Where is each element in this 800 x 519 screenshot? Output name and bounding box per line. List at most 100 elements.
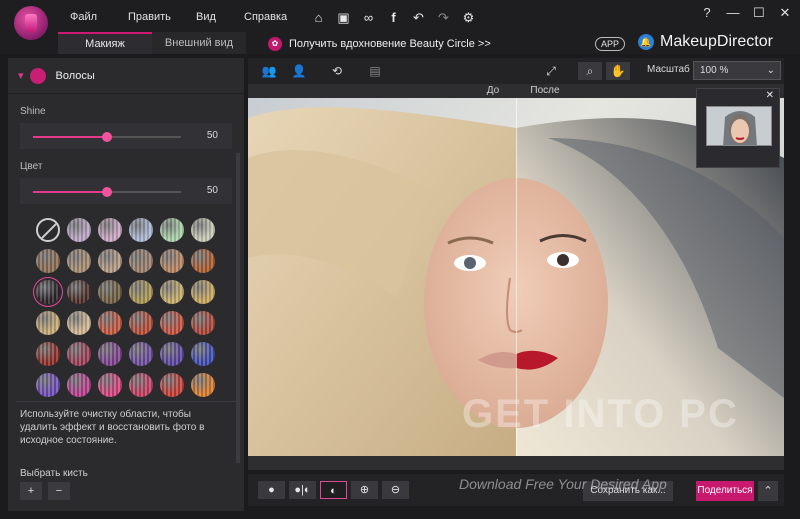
beauty-circle-icon: ✿ bbox=[268, 37, 282, 51]
hair-color-swatch[interactable] bbox=[67, 311, 91, 335]
share-icon[interactable]: ∞ bbox=[360, 9, 377, 26]
close-button[interactable]: ✕ bbox=[778, 5, 792, 21]
maximize-button[interactable]: ☐ bbox=[752, 5, 766, 21]
home-icon[interactable]: ⌂ bbox=[310, 9, 327, 26]
quick-toolbar: ⌂ ▣ ∞ f ↶ ↷ ⚙ bbox=[310, 9, 477, 26]
panel-scrollbar[interactable] bbox=[236, 153, 240, 463]
single-view-icon[interactable]: ● bbox=[258, 481, 285, 499]
hair-color-swatch[interactable] bbox=[129, 218, 153, 242]
zoom-value: 100 % bbox=[700, 65, 729, 76]
zoom-icon[interactable]: ⌕ bbox=[578, 62, 602, 80]
shine-slider-fill bbox=[33, 136, 107, 138]
shine-label: Shine bbox=[20, 106, 46, 117]
color-label: Цвет bbox=[20, 161, 43, 172]
swatch-row bbox=[36, 373, 226, 397]
hair-color-swatch[interactable] bbox=[129, 311, 153, 335]
hair-color-swatch[interactable] bbox=[36, 249, 60, 273]
hair-color-swatch[interactable] bbox=[160, 311, 184, 335]
color-slider-handle[interactable] bbox=[102, 187, 112, 197]
hair-color-swatch[interactable] bbox=[160, 280, 184, 304]
compare-mode-icon[interactable]: ▤ bbox=[364, 62, 386, 80]
hair-color-swatch[interactable] bbox=[191, 249, 215, 273]
color-slider-fill bbox=[33, 191, 107, 193]
brush-erase-button[interactable]: − bbox=[48, 482, 70, 500]
hair-color-swatch[interactable] bbox=[129, 373, 153, 397]
hair-color-swatch[interactable] bbox=[191, 311, 215, 335]
hair-color-swatch[interactable] bbox=[160, 373, 184, 397]
hair-color-swatch[interactable] bbox=[67, 280, 91, 304]
divider bbox=[16, 401, 236, 402]
redo-icon[interactable]: ↷ bbox=[435, 9, 452, 26]
promo-link[interactable]: ✿ Получить вдохновение Beauty Circle >> bbox=[268, 37, 491, 51]
menu-file[interactable]: Файл bbox=[70, 11, 128, 23]
zoom-select[interactable]: 100 % ⌄ bbox=[693, 61, 781, 80]
fit-screen-icon[interactable]: ⤢ bbox=[540, 62, 562, 80]
save-icon[interactable]: ▣ bbox=[335, 9, 352, 26]
hair-color-swatch[interactable] bbox=[67, 342, 91, 366]
app-badge[interactable]: APP bbox=[595, 37, 626, 51]
history-icon[interactable]: ⟲ bbox=[326, 62, 348, 80]
hair-color-swatch[interactable] bbox=[36, 342, 60, 366]
facebook-icon[interactable]: f bbox=[385, 9, 402, 26]
brand: 🔔 MakeupDirector bbox=[638, 33, 773, 51]
hair-color-swatch[interactable] bbox=[98, 280, 122, 304]
tab-makeup[interactable]: Макияж bbox=[58, 32, 152, 54]
hair-icon bbox=[29, 67, 46, 84]
menu-help[interactable]: Справка bbox=[244, 11, 304, 23]
shine-slider[interactable] bbox=[33, 132, 181, 142]
hair-color-swatch[interactable] bbox=[36, 311, 60, 335]
hair-color-swatch[interactable] bbox=[191, 373, 215, 397]
hair-color-swatch[interactable] bbox=[98, 373, 122, 397]
hair-color-palette bbox=[36, 218, 226, 404]
close-icon[interactable]: ✕ bbox=[766, 90, 774, 101]
notification-icon[interactable]: 🔔 bbox=[638, 34, 654, 50]
hair-color-swatch[interactable] bbox=[129, 249, 153, 273]
hair-color-swatch[interactable] bbox=[160, 342, 184, 366]
brush-label: Выбрать кисть bbox=[20, 468, 88, 479]
no-color-swatch[interactable] bbox=[36, 218, 60, 242]
vertical-split-icon[interactable]: ⊕ bbox=[351, 481, 378, 499]
hair-color-swatch[interactable] bbox=[160, 249, 184, 273]
hair-color-swatch[interactable] bbox=[191, 342, 215, 366]
title-bar: Файл Править Вид Справка ⌂ ▣ ∞ f ↶ ↷ ⚙ ?… bbox=[0, 0, 800, 54]
help-button[interactable]: ? bbox=[700, 5, 714, 21]
hair-color-swatch[interactable] bbox=[36, 280, 60, 304]
side-by-side-icon[interactable]: ●|◐ bbox=[289, 481, 316, 499]
horizontal-split-icon[interactable]: ⊖ bbox=[382, 481, 409, 499]
minimize-button[interactable]: — bbox=[726, 5, 740, 21]
canvas-scrollbar[interactable] bbox=[248, 456, 784, 470]
portrait-icon[interactable]: 👤 bbox=[288, 62, 310, 80]
tab-appearance[interactable]: Внешний вид bbox=[152, 32, 246, 54]
menu-edit[interactable]: Править bbox=[128, 11, 196, 23]
shine-slider-row: 50 bbox=[20, 123, 232, 149]
hair-color-swatch[interactable] bbox=[36, 373, 60, 397]
chevron-up-icon[interactable]: ⌃ bbox=[758, 481, 778, 501]
brush-add-button[interactable]: + bbox=[20, 482, 42, 500]
hair-color-swatch[interactable] bbox=[98, 342, 122, 366]
chevron-down-icon: ▾ bbox=[18, 70, 24, 82]
pan-hand-icon[interactable]: ✋ bbox=[606, 62, 630, 80]
undo-icon[interactable]: ↶ bbox=[410, 9, 427, 26]
brush-buttons: + − bbox=[20, 482, 70, 500]
settings-icon[interactable]: ⚙ bbox=[460, 9, 477, 26]
hair-color-swatch[interactable] bbox=[98, 218, 122, 242]
shine-slider-handle[interactable] bbox=[102, 132, 112, 142]
hair-color-swatch[interactable] bbox=[129, 280, 153, 304]
window-controls: ? — ☐ ✕ bbox=[700, 5, 792, 21]
hair-color-swatch[interactable] bbox=[98, 311, 122, 335]
hair-color-swatch[interactable] bbox=[67, 373, 91, 397]
hair-color-swatch[interactable] bbox=[160, 218, 184, 242]
split-view-icon[interactable]: ◐ bbox=[320, 481, 347, 499]
panel-header[interactable]: ▾ Волосы bbox=[8, 58, 244, 94]
color-slider[interactable] bbox=[33, 187, 181, 197]
face-detect-icon[interactable]: 👥 bbox=[258, 62, 280, 80]
hair-color-swatch[interactable] bbox=[129, 342, 153, 366]
hair-color-swatch[interactable] bbox=[67, 218, 91, 242]
navigator-thumbnail[interactable]: ✕ bbox=[696, 88, 780, 168]
menu-view[interactable]: Вид bbox=[196, 11, 244, 23]
hair-color-swatch[interactable] bbox=[67, 249, 91, 273]
hair-color-swatch[interactable] bbox=[98, 249, 122, 273]
hair-color-swatch[interactable] bbox=[191, 280, 215, 304]
share-button[interactable]: Поделиться bbox=[696, 481, 754, 501]
hair-color-swatch[interactable] bbox=[191, 218, 215, 242]
